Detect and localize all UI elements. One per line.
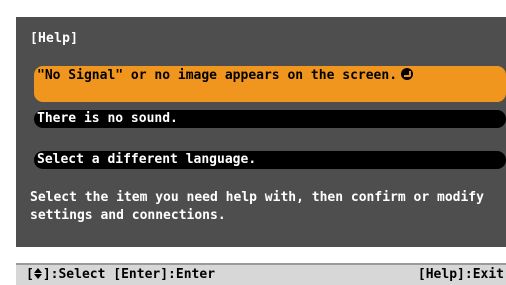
help-instructions: Select the item you need help with, then… <box>30 190 484 223</box>
help-item-label: Select a different language. <box>37 152 257 167</box>
help-item-label: "No Signal" or no image appears on the s… <box>37 68 398 83</box>
help-item-language[interactable]: Select a different language. <box>34 151 506 169</box>
status-bar: [ ]:Select [Enter]:Enter [Help]:Exit <box>16 263 506 285</box>
select-enter-hint: ]:Select [Enter]:Enter <box>42 267 216 282</box>
help-item-no-sound[interactable]: There is no sound. <box>34 110 506 128</box>
help-item-no-signal[interactable]: "No Signal" or no image appears on the s… <box>34 66 506 102</box>
help-dialog: [Help] "No Signal" or no image appears o… <box>16 17 506 247</box>
enter-icon <box>401 68 414 80</box>
projector-help-screen: [Help] "No Signal" or no image appears o… <box>0 0 506 285</box>
status-hints: [ ]:Select [Enter]:Enter <box>26 267 215 282</box>
up-down-arrow-icon <box>33 268 43 279</box>
help-item-label: There is no sound. <box>37 111 178 126</box>
dialog-title: [Help] <box>30 31 79 46</box>
bracket-open: [ <box>26 267 34 282</box>
exit-hint: [Help]:Exit <box>417 267 504 282</box>
